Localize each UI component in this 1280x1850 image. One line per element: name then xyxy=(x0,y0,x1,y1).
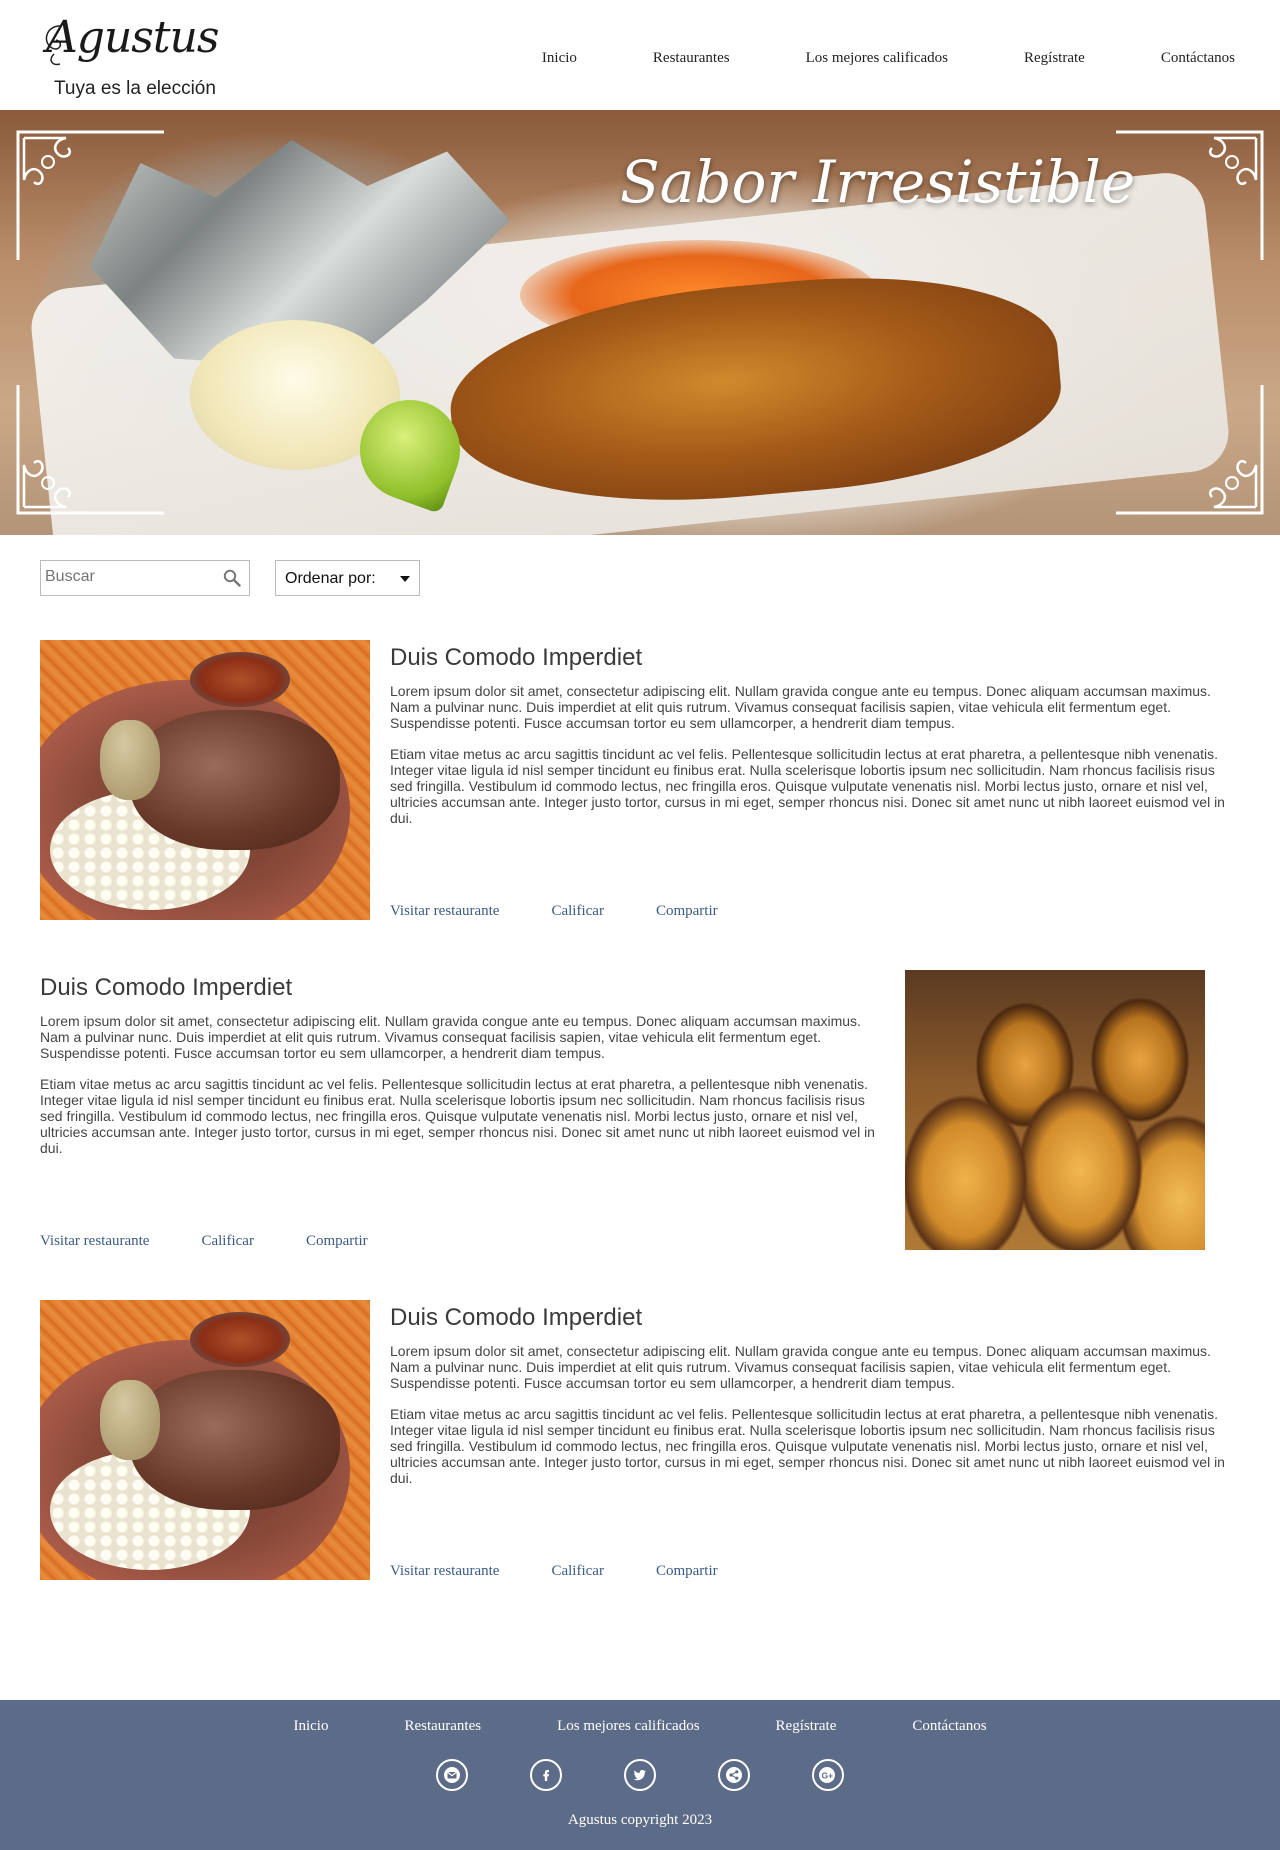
site-header: Agustus Tuya es la elección Inicio Resta… xyxy=(0,0,1280,110)
card-1-text: Lorem ipsum dolor sit amet, consectetur … xyxy=(390,683,1235,826)
email-icon[interactable] xyxy=(436,1759,468,1791)
card-1-paragraph-1: Lorem ipsum dolor sit amet, consectetur … xyxy=(390,683,1211,731)
card-1-image xyxy=(40,640,370,920)
card-3-image xyxy=(40,1300,370,1580)
nav-contactanos[interactable]: Contáctanos xyxy=(1161,50,1235,67)
card-1-paragraph-2: Etiam vitae metus ac arcu sagittis tinci… xyxy=(390,746,1225,826)
card-3-share-link[interactable]: Compartir xyxy=(656,1563,718,1580)
nav-registrate[interactable]: Regístrate xyxy=(1024,50,1085,67)
corner-ornament-top-right-icon xyxy=(1114,130,1264,280)
corner-ornament-top-left-icon xyxy=(16,130,166,280)
main-nav: Inicio Restaurantes Los mejores califica… xyxy=(542,50,1235,67)
social-links: G+ xyxy=(0,1759,1280,1791)
footer-nav-mejores-calificados[interactable]: Los mejores calificados xyxy=(557,1718,699,1735)
nav-inicio[interactable]: Inicio xyxy=(542,50,577,67)
corner-ornament-bottom-left-icon xyxy=(16,365,166,515)
svg-text:G+: G+ xyxy=(822,1771,834,1781)
card-3-visit-link[interactable]: Visitar restaurante xyxy=(390,1563,499,1580)
card-1-title: Duis Comodo Imperdiet xyxy=(390,644,643,671)
corner-ornament-bottom-right-icon xyxy=(1114,365,1264,515)
footer-nav: Inicio Restaurantes Los mejores califica… xyxy=(0,1718,1280,1735)
google-plus-icon[interactable]: G+ xyxy=(812,1759,844,1791)
chevron-down-icon xyxy=(400,576,410,582)
card-3-paragraph-2: Etiam vitae metus ac arcu sagittis tinci… xyxy=(390,1406,1225,1486)
footer-nav-registrate[interactable]: Regístrate xyxy=(776,1718,837,1735)
card-2-visit-link[interactable]: Visitar restaurante xyxy=(40,1233,149,1250)
card-3-text: Lorem ipsum dolor sit amet, consectetur … xyxy=(390,1343,1235,1486)
site-footer: Inicio Restaurantes Los mejores califica… xyxy=(0,1700,1280,1850)
footer-nav-inicio[interactable]: Inicio xyxy=(293,1718,328,1735)
copyright-text: Agustus copyright 2023 xyxy=(567,1812,713,1828)
card-2-share-link[interactable]: Compartir xyxy=(306,1233,368,1250)
card-3-rate-link[interactable]: Calificar xyxy=(551,1563,603,1580)
card-3-title: Duis Comodo Imperdiet xyxy=(390,1304,643,1331)
search-icon[interactable] xyxy=(223,569,241,592)
hero-banner: Sabor Irresistible xyxy=(0,110,1280,535)
card-1-rate-link[interactable]: Calificar xyxy=(551,903,603,920)
brand-logo[interactable]: Agustus Tuya es la elección xyxy=(40,12,219,102)
search-input[interactable] xyxy=(45,568,210,586)
card-2-image xyxy=(905,970,1205,1250)
brand-name: Agustus xyxy=(46,12,219,63)
card-3-actions: Visitar restaurante Calificar Compartir xyxy=(390,1563,718,1580)
card-1-share-link[interactable]: Compartir xyxy=(656,903,718,920)
card-1-actions: Visitar restaurante Calificar Compartir xyxy=(390,903,718,920)
card-1-visit-link[interactable]: Visitar restaurante xyxy=(390,903,499,920)
card-2-paragraph-1: Lorem ipsum dolor sit amet, consectetur … xyxy=(40,1013,861,1061)
card-2-paragraph-2: Etiam vitae metus ac arcu sagittis tinci… xyxy=(40,1076,875,1156)
sort-select[interactable]: Ordenar por: xyxy=(275,560,420,596)
card-2-title: Duis Comodo Imperdiet xyxy=(40,974,293,1001)
twitter-icon[interactable] xyxy=(624,1759,656,1791)
share-icon[interactable] xyxy=(718,1759,750,1791)
card-3-paragraph-1: Lorem ipsum dolor sit amet, consectetur … xyxy=(390,1343,1211,1391)
footer-nav-contactanos[interactable]: Contáctanos xyxy=(912,1718,986,1735)
footer-nav-restaurantes[interactable]: Restaurantes xyxy=(404,1718,481,1735)
card-2-actions: Visitar restaurante Calificar Compartir xyxy=(40,1233,368,1250)
facebook-icon[interactable] xyxy=(530,1759,562,1791)
hero-title: Sabor Irresistible xyxy=(620,148,1136,216)
search-box xyxy=(40,560,250,596)
card-2-text: Lorem ipsum dolor sit amet, consectetur … xyxy=(40,1013,885,1156)
card-2-rate-link[interactable]: Calificar xyxy=(201,1233,253,1250)
brand-tagline: Tuya es la elección xyxy=(54,78,216,99)
nav-mejores-calificados[interactable]: Los mejores calificados xyxy=(806,50,948,67)
nav-restaurantes[interactable]: Restaurantes xyxy=(653,50,730,67)
sort-label: Ordenar por: xyxy=(285,570,376,587)
